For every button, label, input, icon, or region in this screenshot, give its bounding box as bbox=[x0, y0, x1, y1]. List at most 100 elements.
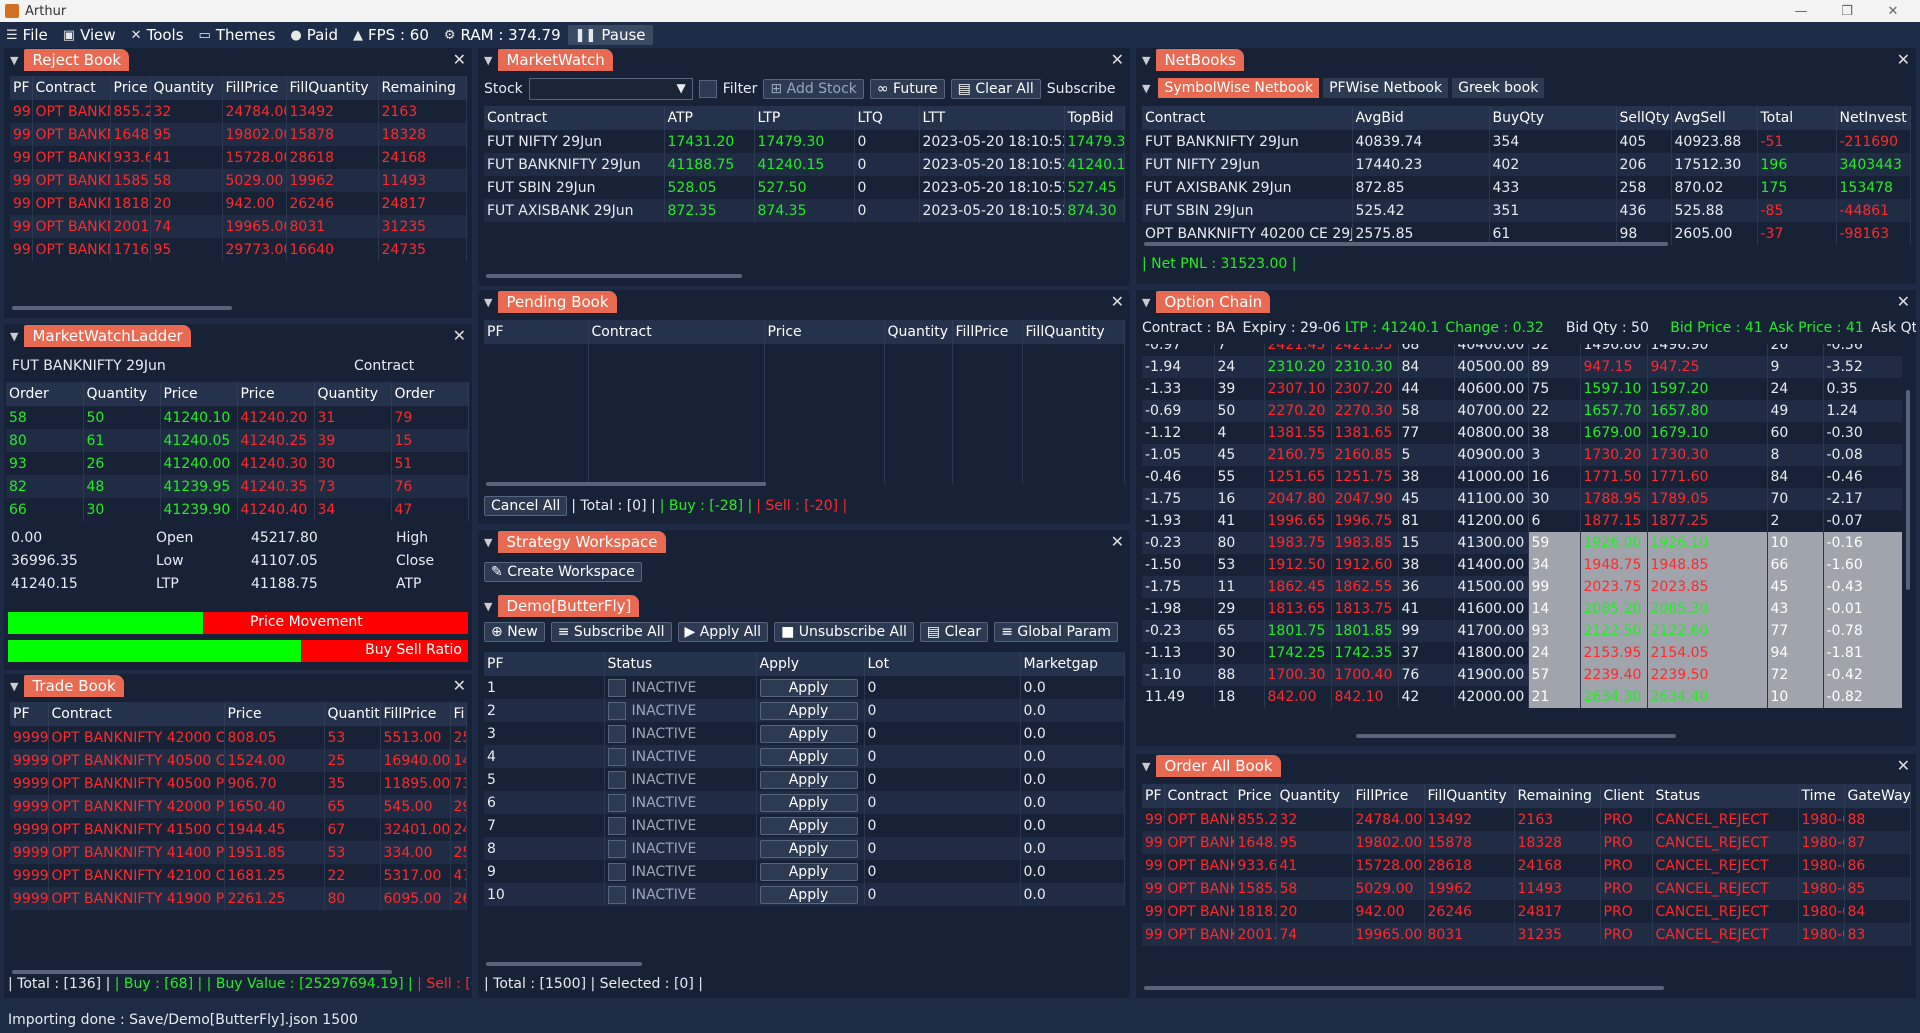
filter-checkbox[interactable] bbox=[698, 80, 717, 98]
option-chain-row[interactable]: 11.49 18 842.00 842.10 42 42000.00 21 2634.30 26… bbox=[1142, 686, 1902, 708]
column-header[interactable]: LTP bbox=[754, 106, 855, 130]
table-row[interactable]: 9999OPT BANKNIFTY933.604115728.002861824… bbox=[1142, 854, 1911, 877]
table-row[interactable]: FUT SBIN 29Jun 525.42 351 436 525.88 -85 -4486… bbox=[1142, 199, 1911, 222]
status-checkbox[interactable] bbox=[607, 770, 626, 789]
option-chain-row[interactable]: -1.75 16 2047.80 2047.90 45 41100.00 30 1788.95… bbox=[1142, 488, 1902, 510]
option-chain-row[interactable]: -0.23 65 1801.75 1801.85 99 41700.00 93 2122.50… bbox=[1142, 620, 1902, 642]
column-header[interactable]: Total bbox=[1757, 106, 1837, 130]
column-header[interactable]: LTT bbox=[919, 106, 1065, 130]
column-header[interactable]: Lot bbox=[864, 652, 1021, 676]
column-header[interactable]: Marketgap bbox=[1020, 652, 1125, 676]
column-header[interactable]: Quantity bbox=[83, 382, 161, 406]
column-header[interactable]: Price bbox=[237, 382, 315, 406]
close-icon[interactable]: ✕ bbox=[1111, 50, 1124, 69]
close-icon[interactable]: ✕ bbox=[453, 50, 466, 69]
table-row[interactable]: 9999OPT BANKNIFTY1716.309529773.00166402… bbox=[10, 238, 467, 261]
tab-demo-butterfly[interactable]: Demo[ButterFly] bbox=[498, 595, 640, 617]
column-header[interactable]: FillQuantity bbox=[1022, 320, 1125, 344]
strategy-row[interactable]: 9 INACTIVE Apply 0 0.0 bbox=[484, 860, 1125, 883]
column-header[interactable]: BuyQty bbox=[1489, 106, 1617, 130]
column-header[interactable]: FillPrice bbox=[222, 76, 287, 100]
strategy-row[interactable]: 3 INACTIVE Apply 0 0.0 bbox=[484, 722, 1125, 745]
column-header[interactable]: Contract bbox=[484, 106, 665, 130]
apply-button[interactable]: Apply bbox=[759, 862, 858, 881]
table-row[interactable]: 9999 OPT BANKNIFTY 40500 CE 1524.00 25 16940… bbox=[10, 749, 467, 772]
unsubscribe-all-button[interactable]: ■ Unsubscribe All bbox=[774, 622, 914, 642]
status-checkbox[interactable] bbox=[607, 839, 626, 858]
column-header[interactable]: FillPrice bbox=[952, 320, 1023, 344]
menu-paid[interactable]: ● Paid bbox=[290, 26, 338, 44]
column-header[interactable]: Quantity bbox=[324, 702, 381, 726]
global-param-button[interactable]: ≡ Global Param bbox=[994, 622, 1118, 642]
table-row[interactable]: 9999OPT BANKNIFTY1818.3020942.0026246248… bbox=[10, 192, 467, 215]
table-row[interactable]: 9999OPT BANKNIFTY855.203224784.001349221… bbox=[10, 100, 467, 123]
column-header[interactable]: PF bbox=[484, 320, 589, 344]
option-chain-row[interactable]: -1.75 11 1862.45 1862.55 36 41500.00 99 2023.75… bbox=[1142, 576, 1902, 598]
cancel-all-button[interactable]: Cancel All bbox=[484, 496, 568, 516]
column-header[interactable]: Status bbox=[1652, 784, 1799, 808]
clear-button[interactable]: ▤ Clear bbox=[919, 622, 989, 642]
option-chain-row[interactable]: -0.23 80 1983.75 1983.85 15 41300.00 59 1926.00… bbox=[1142, 532, 1902, 554]
table-row[interactable]: 9999OPT BANKNIFTY855.203224784.001349221… bbox=[1142, 808, 1911, 831]
collapse-icon[interactable]: ▼ bbox=[1142, 54, 1150, 67]
table-row[interactable]: 9999 OPT BANKNIFTY 40500 PE 906.70 35 11895.… bbox=[10, 772, 467, 795]
column-header[interactable]: Fi bbox=[450, 702, 467, 726]
subscribe-label[interactable]: Subscribe bbox=[1047, 81, 1116, 97]
collapse-icon[interactable]: ▼ bbox=[484, 536, 492, 549]
apply-button[interactable]: Apply bbox=[759, 701, 858, 720]
column-header[interactable]: Status bbox=[604, 652, 757, 676]
create-workspace-button[interactable]: ✎ Create Workspace bbox=[484, 562, 642, 582]
collapse-icon[interactable]: ▼ bbox=[484, 600, 492, 613]
table-row[interactable]: 9999OPT BANKNIFTY1585.60585029.001996211… bbox=[1142, 877, 1911, 900]
status-checkbox[interactable] bbox=[607, 747, 626, 766]
stock-select[interactable]: ▼ bbox=[528, 78, 693, 100]
tab-pfwise-netbook[interactable]: PFWise Netbook bbox=[1323, 78, 1449, 98]
menu-tools[interactable]: ✕ Tools bbox=[131, 26, 184, 44]
collapse-icon[interactable]: ▼ bbox=[1142, 82, 1150, 95]
column-header[interactable]: Quantity bbox=[1276, 784, 1353, 808]
collapse-icon[interactable]: ▼ bbox=[1142, 296, 1150, 309]
table-row[interactable]: 9999 OPT BANKNIFTY 41400 PE 1951.85 53 334.0… bbox=[10, 841, 467, 864]
close-icon[interactable]: ✕ bbox=[453, 326, 466, 345]
maximize-icon[interactable]: ❐ bbox=[1824, 0, 1870, 22]
table-row[interactable]: FUT BANKNIFTY 29Jun 40839.74 354 405 40923.8… bbox=[1142, 130, 1911, 153]
strategy-row[interactable]: 2 INACTIVE Apply 0 0.0 bbox=[484, 699, 1125, 722]
column-header[interactable]: Price bbox=[764, 320, 885, 344]
horizontal-scrollbar[interactable] bbox=[1356, 734, 1676, 738]
column-header[interactable]: NetInvest bbox=[1836, 106, 1911, 130]
strategy-row[interactable]: 10 INACTIVE Apply 0 0.0 bbox=[484, 883, 1125, 906]
horizontal-scrollbar[interactable] bbox=[486, 274, 742, 278]
column-header[interactable]: Apply bbox=[756, 652, 865, 676]
status-checkbox[interactable] bbox=[607, 678, 626, 697]
vertical-scrollbar[interactable] bbox=[1906, 390, 1910, 590]
column-header[interactable]: ATP bbox=[664, 106, 755, 130]
column-header[interactable]: FillQuantity bbox=[1424, 784, 1515, 808]
option-chain-row[interactable]: -1.50 53 1912.50 1912.60 38 41400.00 34 1948.75… bbox=[1142, 554, 1902, 576]
table-row[interactable]: FUT NIFTY 29Jun 17440.23 402 206 17512.30 196… bbox=[1142, 153, 1911, 176]
column-header[interactable]: Price bbox=[110, 76, 151, 100]
table-row[interactable]: 9999OPT BANKNIFTY2001.107419965.00803131… bbox=[10, 215, 467, 238]
option-chain-row[interactable]: -1.98 29 1813.65 1813.75 41 41600.00 14 2085.20… bbox=[1142, 598, 1902, 620]
clear-all-button[interactable]: ▤ Clear All bbox=[950, 79, 1041, 99]
column-header[interactable]: Time bbox=[1798, 784, 1845, 808]
horizontal-scrollbar[interactable] bbox=[12, 306, 232, 310]
option-chain-row[interactable]: -0.97 7 2421.45 2421.55 68 40400.00 52 1496.80 1… bbox=[1142, 344, 1902, 356]
column-header[interactable]: Quantity bbox=[150, 76, 223, 100]
column-header[interactable]: GateWay bbox=[1844, 784, 1911, 808]
pause-button[interactable]: ❚❚ Pause bbox=[567, 25, 653, 45]
close-icon[interactable]: ✕ bbox=[1897, 50, 1910, 69]
table-row[interactable]: 9999OPT BANKNIFTY2001.107419965.00803131… bbox=[1142, 923, 1911, 946]
column-header[interactable]: Price bbox=[224, 702, 325, 726]
table-row[interactable]: 9999OPT BANKNIFTY933.604115728.002861824… bbox=[10, 146, 467, 169]
column-header[interactable]: Contract bbox=[1142, 106, 1353, 130]
column-header[interactable]: Contract bbox=[48, 702, 225, 726]
apply-button[interactable]: Apply bbox=[759, 885, 858, 904]
table-row[interactable]: FUT BANKNIFTY 29Jun 41188.75 41240.15 0 2023… bbox=[484, 153, 1125, 176]
column-header[interactable]: AvgBid bbox=[1352, 106, 1490, 130]
collapse-icon[interactable]: ▼ bbox=[10, 54, 18, 67]
option-chain-row[interactable]: -0.46 55 1251.65 1251.75 38 41000.00 16 1771.50… bbox=[1142, 466, 1902, 488]
table-row[interactable]: FUT SBIN 29Jun 528.05 527.50 0 2023-05-20 18… bbox=[484, 176, 1125, 199]
horizontal-scrollbar[interactable] bbox=[486, 962, 642, 966]
column-header[interactable]: PF bbox=[10, 702, 49, 726]
close-icon[interactable]: ✕ bbox=[1111, 532, 1124, 551]
